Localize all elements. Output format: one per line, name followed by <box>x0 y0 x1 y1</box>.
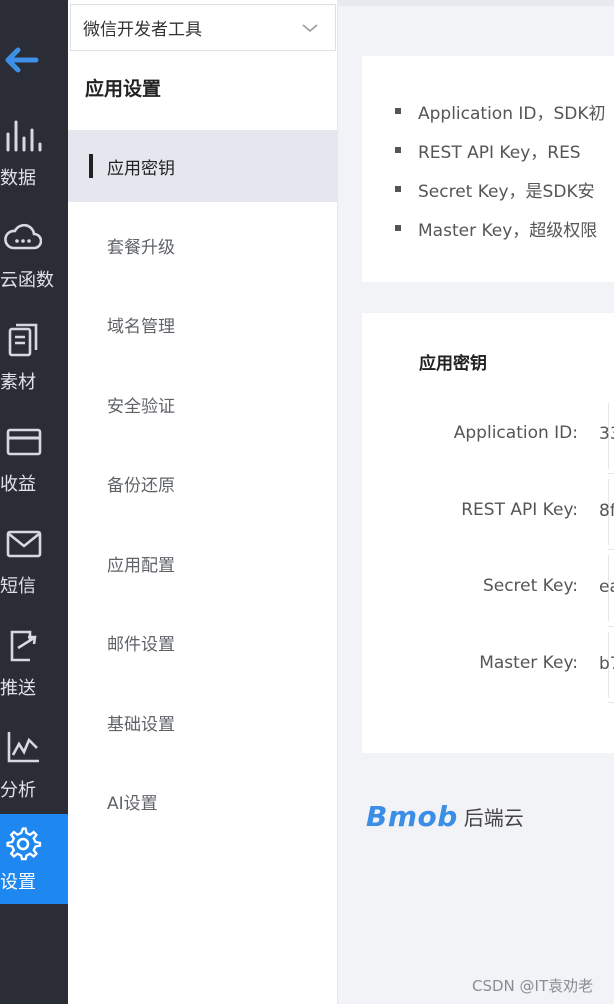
app-keys-card: 应用密钥 Application ID: 33 REST API Key: 8f… <box>362 313 614 753</box>
menu-item-security-verification[interactable]: 安全验证 <box>68 368 338 440</box>
menu-item-basic-settings[interactable]: 基础设置 <box>68 686 338 758</box>
rail-item-label: 短信 <box>0 576 36 597</box>
row-divider <box>608 626 614 627</box>
menu-item-backup-restore[interactable]: 备份还原 <box>68 447 338 519</box>
rail-item-label: 数据 <box>0 168 36 189</box>
note-item: Application ID，SDK初 <box>395 99 606 124</box>
rest-api-key-label: REST API Key: <box>461 500 578 520</box>
project-select-value: 微信开发者工具 <box>83 20 202 40</box>
rail-item-assets[interactable]: 素材 <box>0 314 68 404</box>
brand-footer: Bmob 后端云 <box>366 800 524 833</box>
brand-subtitle: 后端云 <box>463 806 524 830</box>
bmob-logo: Bmob <box>366 800 458 833</box>
secret-key-value[interactable]: ea <box>599 577 614 597</box>
main-content: Application ID，SDK初 REST API Key，RES Sec… <box>338 0 614 1004</box>
files-icon <box>8 323 38 357</box>
menu-item-app-config[interactable]: 应用配置 <box>68 527 338 599</box>
rail-item-push[interactable]: 推送 <box>0 620 68 710</box>
rail-item-label: 素材 <box>0 372 36 393</box>
note-item: Secret Key，是SDK安 <box>395 177 595 202</box>
rail-item-label: 分析 <box>0 780 36 801</box>
note-item: REST API Key，RES <box>395 138 581 163</box>
notes-card: Application ID，SDK初 REST API Key，RES Sec… <box>362 56 614 282</box>
rail-item-revenue[interactable]: 收益 <box>0 416 68 506</box>
note-item: Master Key，超级权限 <box>394 216 597 241</box>
rail-item-label: 收益 <box>0 474 36 495</box>
master-key-value[interactable]: b7 <box>599 654 614 674</box>
rail-item-settings[interactable]: 设置 <box>0 814 68 904</box>
project-select[interactable]: 微信开发者工具 <box>70 4 336 51</box>
rail-item-sms[interactable]: 短信 <box>0 518 68 608</box>
chevron-down-icon <box>302 24 318 33</box>
secret-key-label: Secret Key: <box>482 576 578 596</box>
application-id-value[interactable]: 33 <box>599 424 614 444</box>
top-divider <box>338 0 614 6</box>
push-icon <box>10 630 37 662</box>
menu-item-plan-upgrade[interactable]: 套餐升级 <box>68 209 338 281</box>
menu-item-ai-settings[interactable]: AI设置 <box>68 765 338 837</box>
application-id-label: Application ID: <box>453 423 578 443</box>
back-arrow-icon <box>5 47 39 73</box>
rest-api-key-value[interactable]: 8f <box>599 501 614 521</box>
bar-chart-icon <box>6 120 42 152</box>
card-title: 应用密钥 <box>419 354 487 374</box>
menu-item-mail-settings[interactable]: 邮件设置 <box>68 606 338 678</box>
back-button[interactable] <box>0 30 68 90</box>
sidebar-title: 应用设置 <box>85 78 162 100</box>
gear-icon <box>6 827 42 861</box>
line-chart-icon <box>7 732 39 763</box>
master-key-label: Master Key: <box>479 653 578 673</box>
row-divider <box>608 702 614 703</box>
cloud-icon <box>4 223 42 250</box>
icon-rail: 数据 云函数 素材 收益 短信 推送 分析 设置 <box>0 0 68 1004</box>
mail-icon <box>6 530 42 558</box>
rail-item-analytics[interactable]: 分析 <box>0 722 68 812</box>
rail-item-label: 设置 <box>0 872 36 893</box>
menu-item-app-keys[interactable]: 应用密钥 <box>68 130 338 202</box>
menu-item-domain-management[interactable]: 域名管理 <box>68 288 338 360</box>
rail-item-label: 云函数 <box>0 270 54 291</box>
rail-item-label: 推送 <box>0 678 36 699</box>
rail-item-cloud-functions[interactable]: 云函数 <box>0 212 68 302</box>
watermark: CSDN @IT袁劝老 <box>472 977 594 995</box>
card-icon <box>6 428 42 456</box>
rail-item-data[interactable]: 数据 <box>0 110 68 200</box>
row-divider <box>608 473 614 474</box>
row-divider <box>608 549 614 550</box>
settings-sidebar: 微信开发者工具 应用设置 应用密钥 套餐升级 域名管理 安全验证 备份还原 应用… <box>68 0 338 1004</box>
